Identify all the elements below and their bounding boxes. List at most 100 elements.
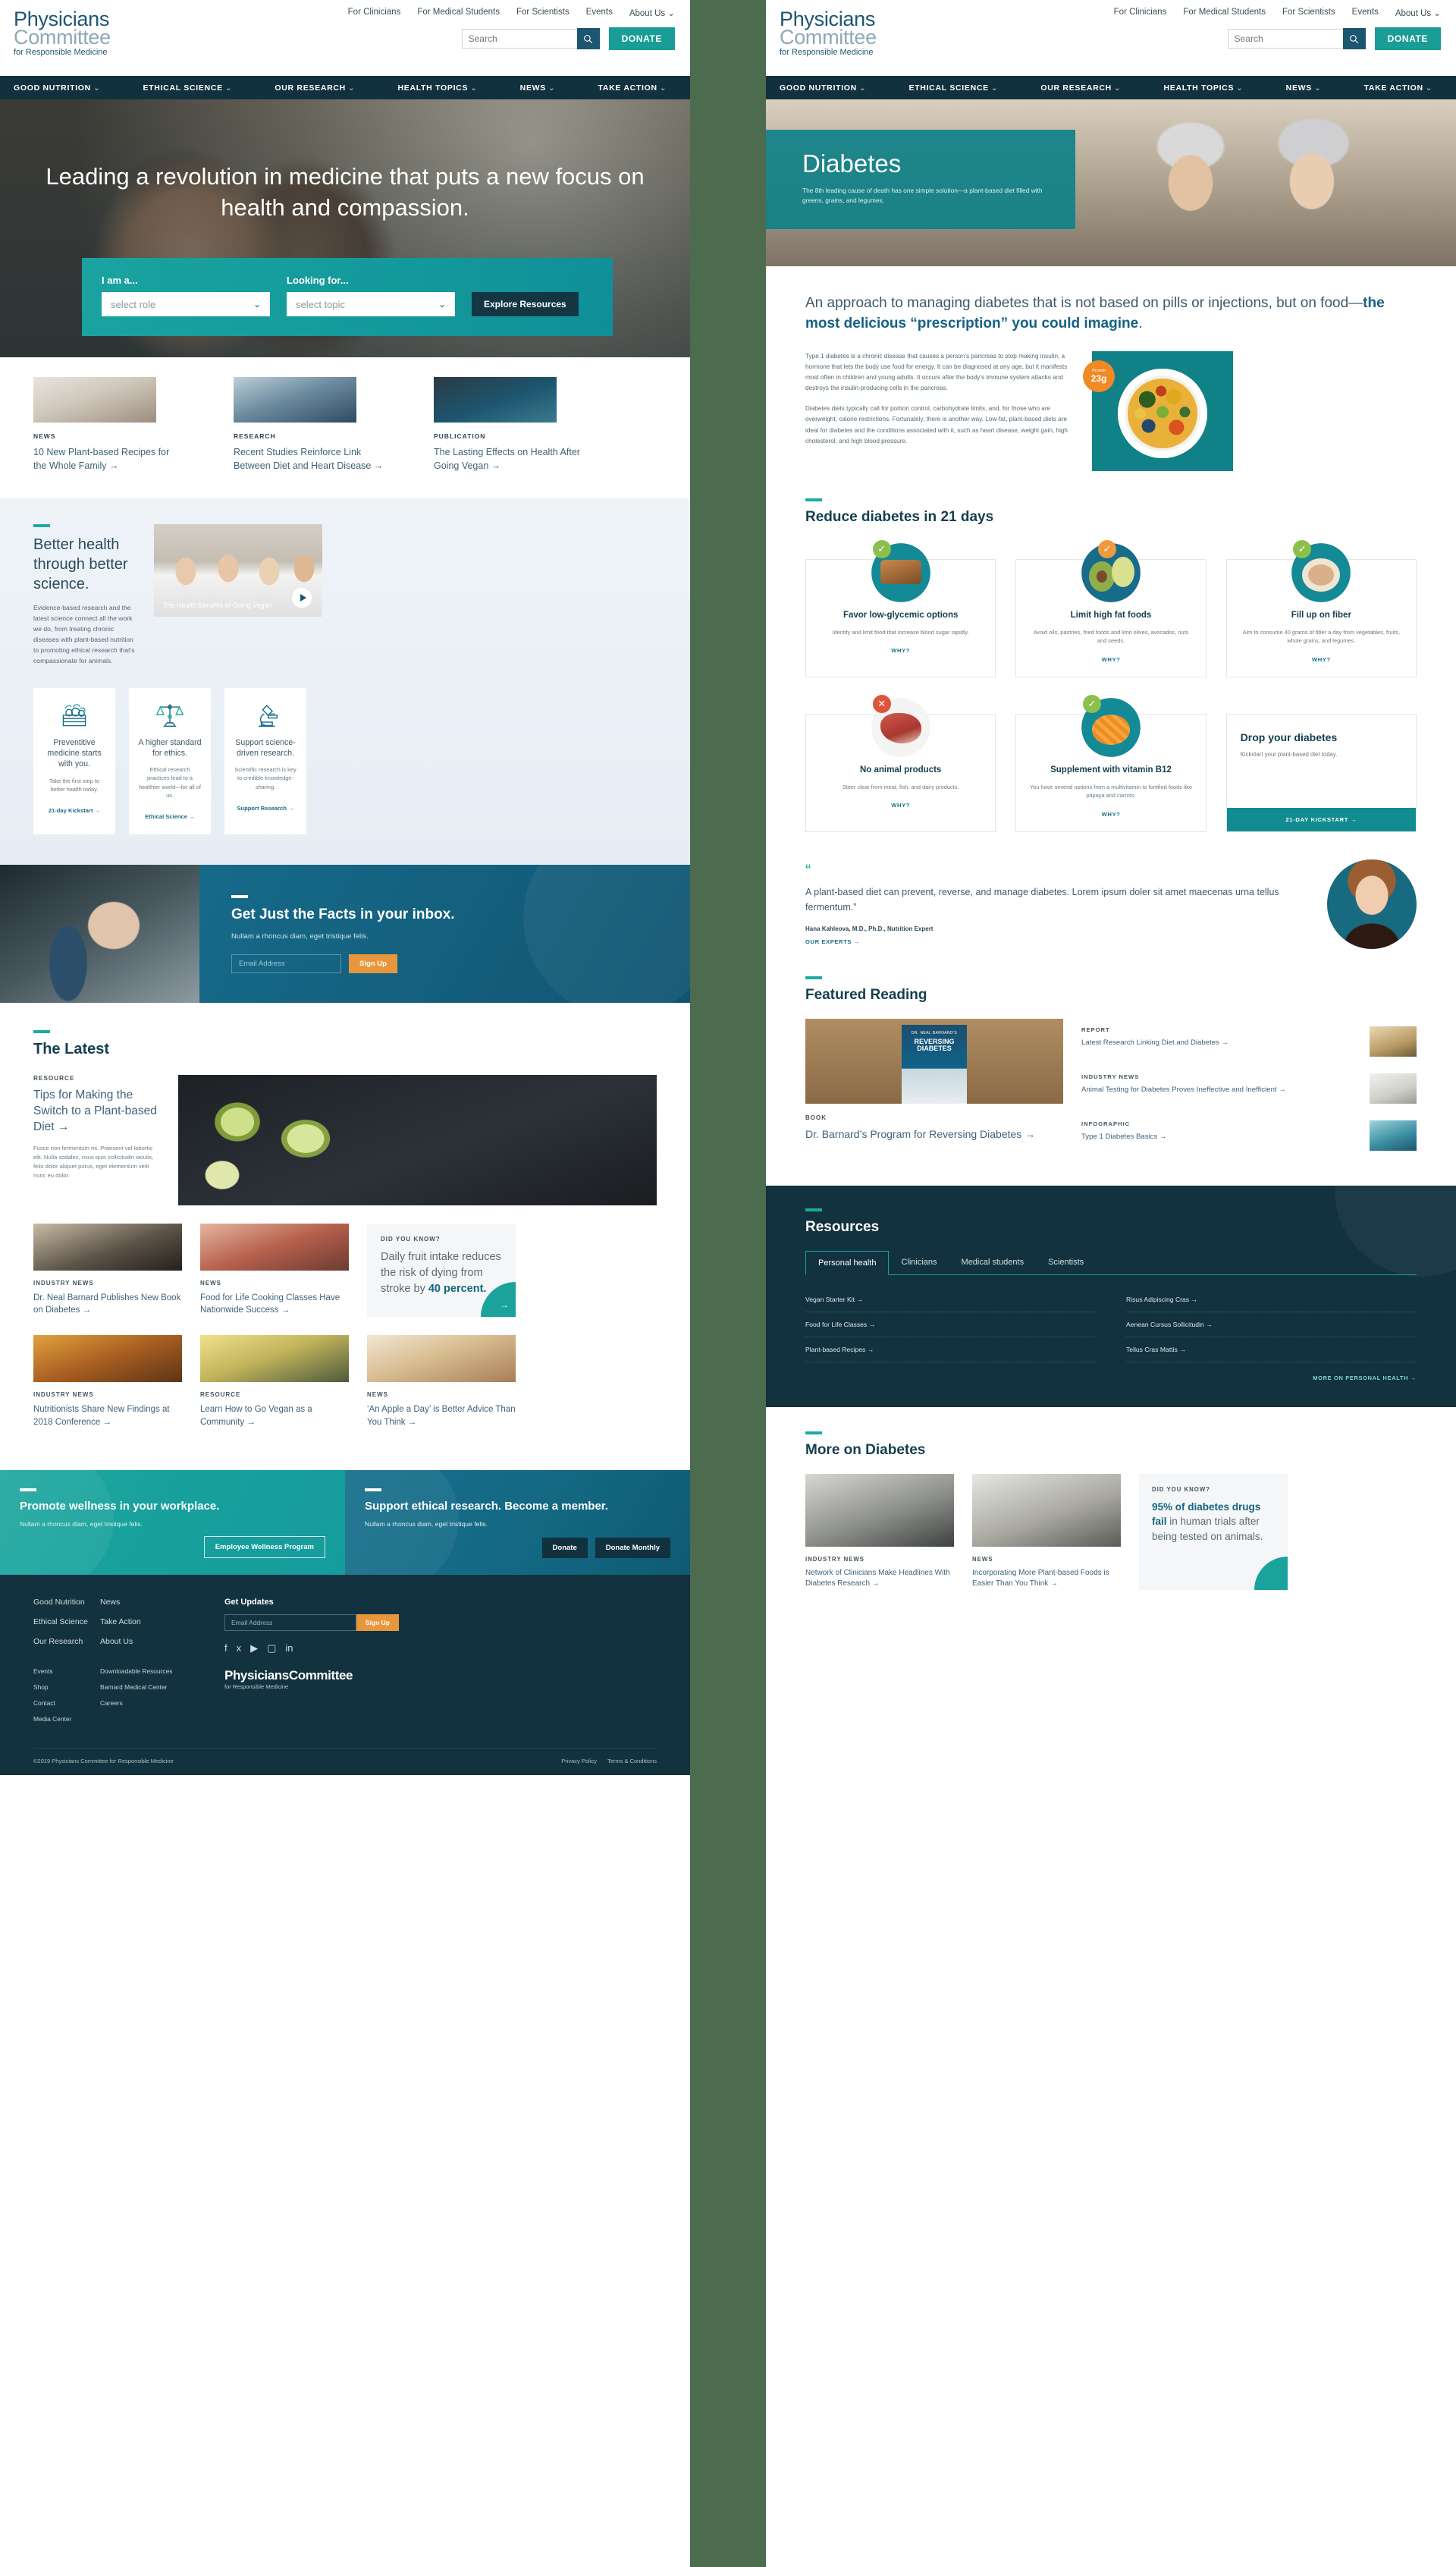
why-link[interactable]: WHY? <box>818 647 983 654</box>
footer-link-events[interactable]: Events <box>33 1667 100 1675</box>
nav-good-nutrition[interactable]: GOOD NUTRITION ⌄ <box>780 83 866 93</box>
teaser-title[interactable]: Recent Studies Reinforce Link Between Di… <box>234 445 385 473</box>
role-select[interactable]: select role ⌄ <box>102 292 270 316</box>
footer-link-news[interactable]: News <box>100 1598 191 1607</box>
footer-link-shop[interactable]: Shop <box>33 1683 100 1691</box>
value-card-link[interactable]: 21-day Kickstart → <box>49 807 100 814</box>
twitter-icon[interactable]: x <box>237 1642 242 1654</box>
news-title[interactable]: Learn How to Go Vegan as a Community → <box>200 1403 349 1428</box>
nav-news[interactable]: NEWS ⌄ <box>520 83 556 93</box>
nav-take-action[interactable]: TAKE ACTION ⌄ <box>1363 83 1432 93</box>
news-title[interactable]: Dr. Neal Barnard Publishes New Book on D… <box>33 1292 182 1317</box>
search-input[interactable] <box>1227 29 1343 49</box>
nav-ethical-science[interactable]: ETHICAL SCIENCE ⌄ <box>908 83 998 93</box>
news-title[interactable]: Nutritionists Share New Findings at 2018… <box>33 1403 182 1428</box>
donate-button[interactable]: DONATE <box>1374 27 1441 50</box>
why-link[interactable]: WHY? <box>1239 656 1404 663</box>
tab-medical-students[interactable]: Medical students <box>949 1251 1037 1274</box>
utility-link-scientists[interactable]: For Scientists <box>516 8 570 18</box>
item-title[interactable]: Animal Testing for Diabetes Proves Ineff… <box>1081 1085 1359 1095</box>
more-card[interactable]: NEWS Incorporating More Plant-based Food… <box>972 1473 1121 1590</box>
donate-button[interactable]: Donate <box>541 1537 588 1558</box>
privacy-policy-link[interactable]: Privacy Policy <box>561 1758 597 1764</box>
reduce-tile[interactable]: ✕ No animal products Steer clear from me… <box>805 694 996 832</box>
news-title[interactable]: ‘An Apple a Day’ is Better Advice Than Y… <box>367 1403 516 1428</box>
tab-scientists[interactable]: Scientists <box>1036 1251 1096 1274</box>
newsletter-email-input[interactable] <box>231 954 341 973</box>
footer-signup-button[interactable]: Sign Up <box>356 1613 399 1631</box>
nav-our-research[interactable]: OUR RESEARCH ⌄ <box>275 83 355 93</box>
footer-link-barnard-medical-center[interactable]: Barnard Medical Center <box>100 1683 191 1691</box>
why-link[interactable]: WHY? <box>818 802 983 809</box>
value-card-link[interactable]: Ethical Science → <box>145 813 194 820</box>
utility-link-about-us[interactable]: About Us ⌄ <box>1395 8 1441 18</box>
resource-link[interactable]: Food for Life Classes → <box>805 1312 1096 1337</box>
reduce-tile[interactable]: ✓ Limit high fat foods Avoid oils, pastr… <box>1015 539 1207 677</box>
resource-link[interactable]: Plant-based Recipes → <box>805 1337 1096 1362</box>
footer-link-downloadable-resources[interactable]: Downloadable Resources <box>100 1667 191 1675</box>
employee-wellness-program-button[interactable]: Employee Wellness Program <box>203 1535 325 1558</box>
footer-link-our-research[interactable]: Our Research <box>33 1637 100 1646</box>
more-did-you-know-card[interactable]: DID YOU KNOW? 95% of diabetes drugs fail… <box>1139 1473 1288 1590</box>
utility-link-clinicians[interactable]: For Clinicians <box>348 8 401 18</box>
newsletter-signup-button[interactable]: Sign Up <box>349 954 397 973</box>
utility-link-about-us[interactable]: About Us ⌄ <box>629 8 675 18</box>
footer-link-careers[interactable]: Careers <box>100 1699 191 1707</box>
nav-health-topics[interactable]: HEALTH TOPICS ⌄ <box>397 83 477 93</box>
explore-resources-button[interactable]: Explore Resources <box>472 292 579 316</box>
kickstart-cta-card[interactable]: Drop your diabetes Kickstart your plant-… <box>1225 713 1417 832</box>
news-card[interactable]: NEWS Food for Life Cooking Classes Have … <box>200 1223 349 1317</box>
footer-link-about-us[interactable]: About Us <box>100 1637 191 1646</box>
utility-link-clinicians[interactable]: For Clinicians <box>1114 8 1167 18</box>
teaser-title[interactable]: The Lasting Effects on Health After Goin… <box>434 445 585 473</box>
list-item[interactable]: INFOGRAPHIC Type 1 Diabetes Basics → <box>1081 1113 1417 1160</box>
news-card[interactable]: RESOURCE Learn How to Go Vegan as a Comm… <box>200 1335 349 1428</box>
nav-our-research[interactable]: OUR RESEARCH ⌄ <box>1040 83 1121 93</box>
did-you-know-card[interactable]: DID YOU KNOW? Daily fruit intake reduces… <box>367 1223 516 1318</box>
why-link[interactable]: WHY? <box>1028 656 1193 663</box>
reduce-tile[interactable]: ✓ Fill up on fiber Aim to consume 40 gra… <box>1225 539 1417 677</box>
teaser-card[interactable]: NEWS 10 New Plant-based Recipes for the … <box>33 377 185 473</box>
donate-monthly-button[interactable]: Donate Monthly <box>595 1537 670 1558</box>
tab-clinicians[interactable]: Clinicians <box>889 1251 949 1274</box>
list-item[interactable]: REPORT Latest Research Linking Diet and … <box>1081 1019 1417 1066</box>
reduce-tile[interactable]: ✓ Favor low-glycemic options Identify an… <box>805 539 996 677</box>
news-card[interactable]: INDUSTRY NEWS Dr. Neal Barnard Publishes… <box>33 1223 182 1317</box>
utility-link-medical-students[interactable]: For Medical Students <box>1183 8 1266 18</box>
facebook-icon[interactable]: f <box>224 1642 228 1654</box>
item-title[interactable]: Latest Research Linking Diet and Diabete… <box>1081 1038 1359 1048</box>
utility-link-events[interactable]: Events <box>1352 8 1379 18</box>
value-card-link[interactable]: Support Research → <box>237 805 293 812</box>
news-card[interactable]: NEWS ‘An Apple a Day’ is Better Advice T… <box>367 1335 516 1428</box>
utility-link-medical-students[interactable]: For Medical Students <box>417 8 500 18</box>
news-title[interactable]: Food for Life Cooking Classes Have Natio… <box>200 1292 349 1317</box>
resource-link[interactable]: Aenean Cursus Sollicitudin → <box>1126 1312 1417 1337</box>
arrow-right-icon[interactable] <box>1254 1556 1288 1590</box>
featured-book[interactable]: DR. NEAL BARNARD'S REVERSING DIABETES BO… <box>805 1018 1063 1160</box>
reduce-tile[interactable]: ✓ Supplement with vitamin B12 You have s… <box>1015 694 1207 832</box>
site-logo[interactable]: Physicians Committee for Responsible Med… <box>14 9 111 57</box>
more-on-personal-health-link[interactable]: MORE ON PERSONAL HEALTH → <box>805 1375 1417 1381</box>
topic-select[interactable]: select topic ⌄ <box>287 292 455 316</box>
nav-good-nutrition[interactable]: GOOD NUTRITION ⌄ <box>14 83 100 93</box>
kickstart-button[interactable]: 21-DAY KICKSTART → <box>1226 807 1416 831</box>
instagram-icon[interactable]: ▢ <box>267 1642 276 1654</box>
why-link[interactable]: WHY? <box>1028 811 1193 818</box>
nav-news[interactable]: NEWS ⌄ <box>1286 83 1322 93</box>
featured-title[interactable]: Tips for Making the Switch to a Plant-ba… <box>33 1088 158 1136</box>
utility-link-events[interactable]: Events <box>586 8 613 18</box>
item-title[interactable]: Type 1 Diabetes Basics → <box>1081 1132 1359 1142</box>
value-card-preventive[interactable]: Preventitive medicine starts with you. T… <box>33 687 115 834</box>
more-title[interactable]: Network of Clinicians Make Headlines Wit… <box>805 1568 954 1590</box>
footer-link-take-action[interactable]: Take Action <box>100 1617 191 1626</box>
linkedin-icon[interactable]: in <box>285 1642 293 1654</box>
donate-button[interactable]: DONATE <box>608 27 675 50</box>
resource-link[interactable]: Risus Adipiscing Cras → <box>1126 1287 1417 1312</box>
value-card-research[interactable]: Support science-driven research. Scienti… <box>224 687 306 834</box>
utility-link-scientists[interactable]: For Scientists <box>1282 8 1335 18</box>
resource-link[interactable]: Vegan Starter Kit → <box>805 1287 1096 1312</box>
more-card[interactable]: INDUSTRY NEWS Network of Clinicians Make… <box>805 1473 954 1590</box>
our-experts-link[interactable]: OUR EXPERTS → <box>805 938 1304 945</box>
footer-link-media-center[interactable]: Media Center <box>33 1715 100 1723</box>
news-card[interactable]: INDUSTRY NEWS Nutritionists Share New Fi… <box>33 1335 182 1428</box>
